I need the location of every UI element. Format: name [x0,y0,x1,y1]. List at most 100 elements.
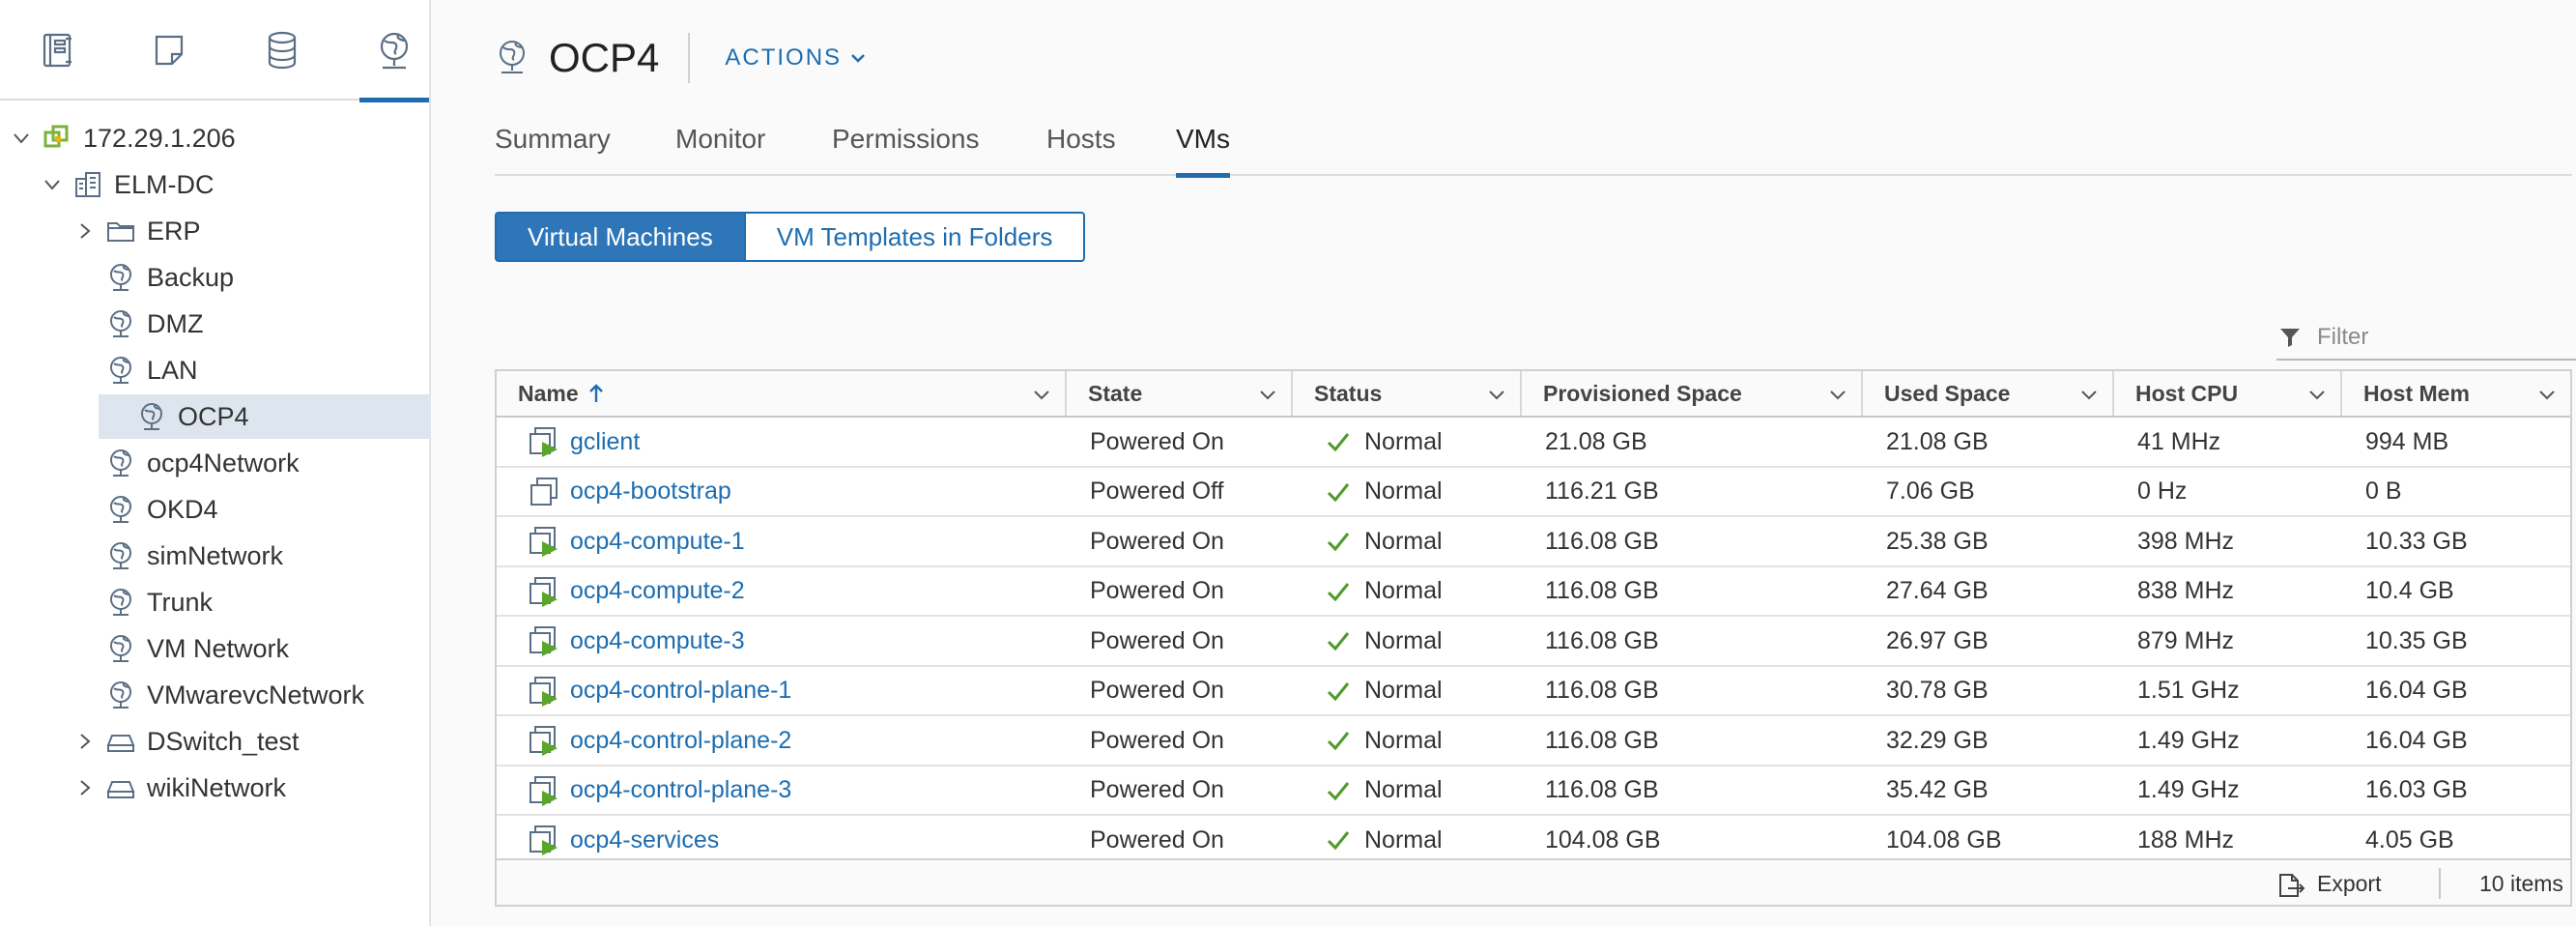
cell-name[interactable]: ocp4-compute-3 [528,617,1067,665]
cell-value: 10.4 GB [2365,577,2454,604]
cell-name[interactable]: ocp4-bootstrap [528,468,1067,516]
tree-item-ocp4network[interactable]: ocp4Network [73,441,300,485]
tree-item-erp[interactable]: ERP [73,209,201,253]
chevron-right-icon[interactable] [74,777,96,798]
tab-permissions[interactable]: Permissions [832,124,979,176]
chevron-down-icon[interactable] [42,174,63,195]
column-menu-chevron-icon[interactable] [1828,385,1847,404]
tree-item-dmz[interactable]: DMZ [73,302,203,346]
virtual-machines-button[interactable]: Virtual Machines [495,212,746,262]
cell-value: Normal [1364,776,1443,803]
tree-caret[interactable] [73,776,97,799]
tree-caret[interactable] [10,127,33,150]
storage-icon[interactable] [255,29,309,87]
vm-name-link[interactable]: ocp4-control-plane-2 [570,727,791,755]
tree-item-backup[interactable]: Backup [73,255,234,300]
tree-caret[interactable] [41,173,64,196]
cell-value: 116.08 GB [1545,776,1659,803]
column-header-state[interactable]: State [1067,371,1293,416]
tab-monitor[interactable]: Monitor [675,124,765,176]
table-row[interactable]: ocp4-bootstrap Powered Off Normal 116.21 GB… [497,468,2570,517]
tree-item-ocp4[interactable]: OCP4 [99,394,431,439]
tree-item-label: ELM-DC [114,169,215,199]
vm-name-link[interactable]: ocp4-compute-3 [570,627,745,655]
tab-hosts[interactable]: Hosts [1046,124,1116,176]
actions-menu-button[interactable]: ACTIONS [725,44,867,72]
tree-item-elm-dc[interactable]: ELM-DC [41,162,215,207]
cell-name[interactable]: ocp4-control-plane-1 [528,667,1067,715]
cell-value: 1.51 GHz [2137,677,2240,704]
tree-item-wikinetwork[interactable]: wikiNetwork [73,766,286,810]
cell-state: Powered On [1090,716,1293,765]
chevron-right-icon[interactable] [74,220,96,242]
tab-vms[interactable]: VMs [1176,124,1230,178]
column-header-name[interactable]: Name [497,371,1067,416]
column-menu-chevron-icon[interactable] [1487,385,1506,404]
vm-name-link[interactable]: gclient [570,428,640,456]
networking-icon[interactable] [359,29,429,102]
hosts-clusters-icon[interactable] [31,29,85,87]
table-row[interactable]: ocp4-control-plane-3 Powered On Normal 116.… [497,767,2570,816]
table-row[interactable]: ocp4-compute-2 Powered On Normal 116.08 GB 2… [497,567,2570,617]
tree-item-dswitch-test[interactable]: DSwitch_test [73,719,300,764]
vm-name-link[interactable]: ocp4-bootstrap [570,477,731,506]
cell-used: 104.08 GB [1886,816,2114,864]
table-row[interactable]: ocp4-compute-3 Powered On Normal 116.08 GB 2… [497,617,2570,667]
cell-name[interactable]: ocp4-services [528,816,1067,864]
cell-mem: 16.03 GB [2365,767,2570,815]
column-header-host-mem[interactable]: Host Mem [2342,371,2570,416]
column-header-label: Used Space [1884,380,2011,406]
vm-name-link[interactable]: ocp4-compute-2 [570,577,745,605]
tree-item-172-29-1-206[interactable]: 172.29.1.206 [10,116,236,160]
table-row[interactable]: ocp4-control-plane-2 Powered On Normal 116.… [497,716,2570,767]
tree-caret[interactable] [73,219,97,243]
tree-item-label: ocp4Network [147,448,300,477]
cell-name[interactable]: ocp4-compute-2 [528,567,1067,616]
column-header-provisioned-space[interactable]: Provisioned Space [1522,371,1863,416]
table-row[interactable]: gclient Powered On Normal 21.08 GB 21.08 GB 4… [497,418,2570,468]
filter-input[interactable] [2317,324,2568,351]
vm-name-link[interactable]: ocp4-control-plane-3 [570,776,791,804]
tree-item-lan[interactable]: LAN [73,348,198,392]
sort-ascending-icon[interactable] [587,383,606,404]
column-menu-chevron-icon[interactable] [2537,385,2557,404]
column-header-status[interactable]: Status [1293,371,1522,416]
tree-item-vmwarevcnetwork[interactable]: VMwarevcNetwork [73,673,364,717]
tree-item-okd4[interactable]: OKD4 [73,487,218,532]
network-icon [104,586,137,619]
cell-name[interactable]: ocp4-control-plane-3 [528,767,1067,815]
tree-item-simnetwork[interactable]: simNetwork [73,534,283,578]
cell-name[interactable]: ocp4-compute-1 [528,517,1067,565]
table-row[interactable]: ocp4-control-plane-1 Powered On Normal 116.… [497,667,2570,716]
vm-templates-in-folders-button[interactable]: VM Templates in Folders [745,212,1086,262]
cell-value: 879 MHz [2137,626,2235,654]
chevron-down-icon[interactable] [11,128,32,149]
table-row[interactable]: ocp4-compute-1 Powered On Normal 116.08 GB 2… [497,517,2570,567]
export-button[interactable]: Export [2275,866,2381,901]
vm-name-link[interactable]: ocp4-compute-1 [570,528,745,556]
chevron-right-icon[interactable] [74,731,96,752]
tree-item-trunk[interactable]: Trunk [73,580,213,624]
column-menu-chevron-icon[interactable] [2307,385,2327,404]
filter-icon [2280,329,2300,347]
tree-item-label: OCP4 [178,401,249,431]
vms-templates-icon[interactable] [143,29,197,87]
column-menu-chevron-icon[interactable] [1032,385,1051,404]
column-header-used-space[interactable]: Used Space [1863,371,2114,416]
cell-name[interactable]: ocp4-control-plane-2 [528,716,1067,765]
cell-status: Normal [1326,418,1522,466]
network-icon [104,679,137,711]
column-menu-chevron-icon[interactable] [2079,385,2099,404]
vm-name-link[interactable]: ocp4-services [570,826,719,854]
column-header-host-cpu[interactable]: Host CPU [2114,371,2342,416]
vm-name-link[interactable]: ocp4-control-plane-1 [570,677,791,705]
tree-caret[interactable] [73,730,97,753]
cell-mem: 10.35 GB [2365,617,2570,665]
tab-summary[interactable]: Summary [495,124,611,176]
tree-item-vm-network[interactable]: VM Network [73,626,289,671]
column-menu-chevron-icon[interactable] [1258,385,1277,404]
tree-caret [104,405,128,428]
cell-status: Normal [1326,468,1522,516]
cell-name[interactable]: gclient [528,418,1067,466]
cell-value: Normal [1364,626,1443,654]
